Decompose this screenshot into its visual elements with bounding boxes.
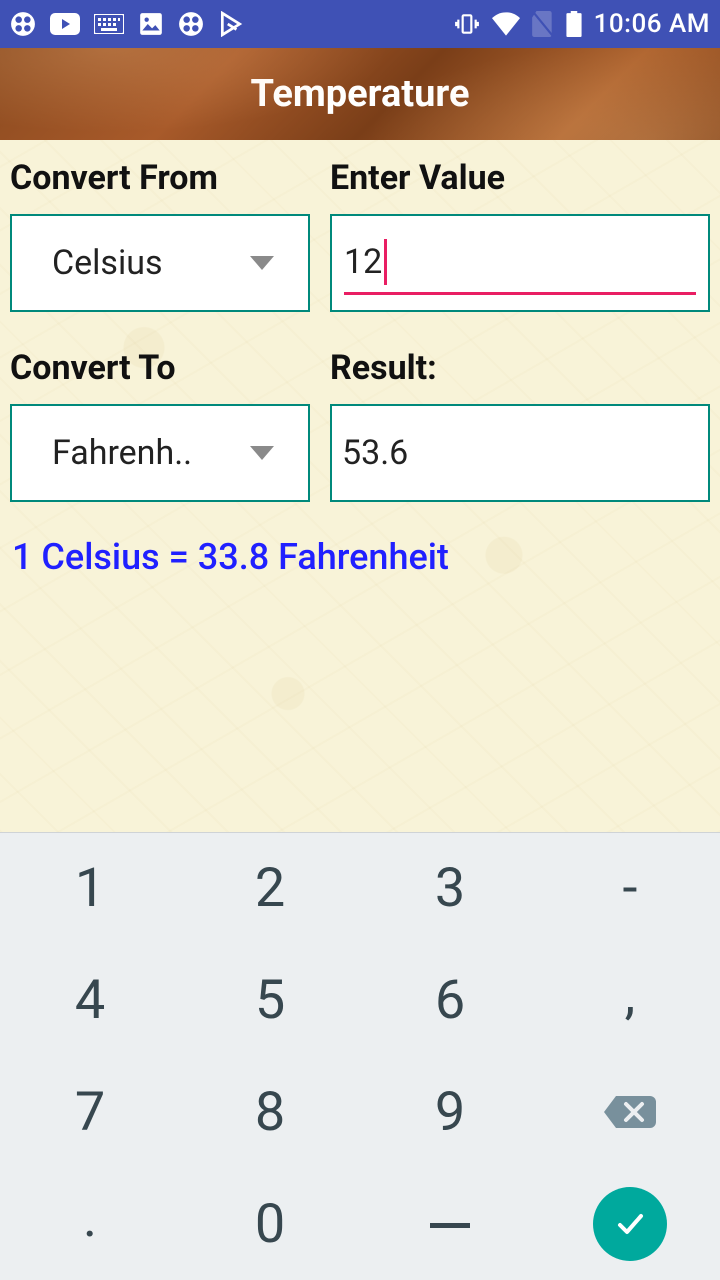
app-title-bar: Temperature — [0, 48, 720, 140]
keyboard-icon — [94, 14, 124, 34]
status-bar: 10:06 AM — [0, 0, 720, 48]
text-cursor — [384, 239, 387, 285]
numeric-keypad: 1 2 3 - 4 5 6 , 7 8 9 . 0 — [0, 832, 720, 1280]
image-icon — [138, 11, 164, 37]
key-2[interactable]: 2 — [180, 833, 360, 945]
enter-value-input[interactable]: 12 — [330, 214, 710, 312]
key-4[interactable]: 4 — [0, 945, 180, 1057]
chevron-down-icon — [250, 256, 274, 270]
key-minus[interactable]: - — [540, 833, 720, 945]
done-button[interactable] — [593, 1187, 667, 1261]
enter-value-text: 12 — [344, 242, 382, 282]
convert-from-label: Convert From — [10, 158, 310, 198]
key-3[interactable]: 3 — [360, 833, 540, 945]
app-icon-2 — [178, 11, 204, 37]
no-sim-icon — [532, 11, 554, 37]
result-value: 53.6 — [342, 433, 408, 473]
key-backspace[interactable] — [540, 1057, 720, 1169]
key-5[interactable]: 5 — [180, 945, 360, 1057]
status-left-icons — [10, 11, 244, 37]
key-underscore[interactable] — [360, 1168, 540, 1280]
enter-value-label: Enter Value — [330, 158, 710, 198]
key-0[interactable]: 0 — [180, 1168, 360, 1280]
app-icon-1 — [10, 11, 36, 37]
play-icon — [218, 11, 244, 37]
key-comma[interactable]: , — [540, 945, 720, 1057]
key-9[interactable]: 9 — [360, 1057, 540, 1169]
youtube-icon — [50, 13, 80, 35]
result-label: Result: — [330, 348, 710, 388]
key-8[interactable]: 8 — [180, 1057, 360, 1169]
result-output: 53.6 — [330, 404, 710, 502]
page-title: Temperature — [250, 72, 469, 116]
battery-icon — [566, 11, 582, 37]
convert-from-value: Celsius — [52, 243, 240, 283]
convert-from-select[interactable]: Celsius — [10, 214, 310, 312]
key-6[interactable]: 6 — [360, 945, 540, 1057]
content-area: Convert From Celsius Enter Value 12 Conv… — [0, 140, 720, 832]
key-1[interactable]: 1 — [0, 833, 180, 945]
conversion-equation: 1 Celsius = 33.8 Fahrenheit — [10, 536, 710, 578]
vibrate-icon — [454, 11, 480, 37]
space-icon — [430, 1219, 470, 1229]
convert-to-label: Convert To — [10, 348, 310, 388]
key-dot[interactable]: . — [0, 1168, 180, 1280]
status-right-icons: 10:06 AM — [454, 9, 710, 39]
wifi-icon — [492, 12, 520, 36]
backspace-icon — [602, 1092, 658, 1132]
convert-to-value: Fahrenh.. — [52, 433, 240, 473]
key-7[interactable]: 7 — [0, 1057, 180, 1169]
check-icon — [610, 1204, 650, 1244]
key-done[interactable] — [540, 1168, 720, 1280]
convert-to-select[interactable]: Fahrenh.. — [10, 404, 310, 502]
chevron-down-icon — [250, 446, 274, 460]
status-time: 10:06 AM — [594, 9, 710, 39]
